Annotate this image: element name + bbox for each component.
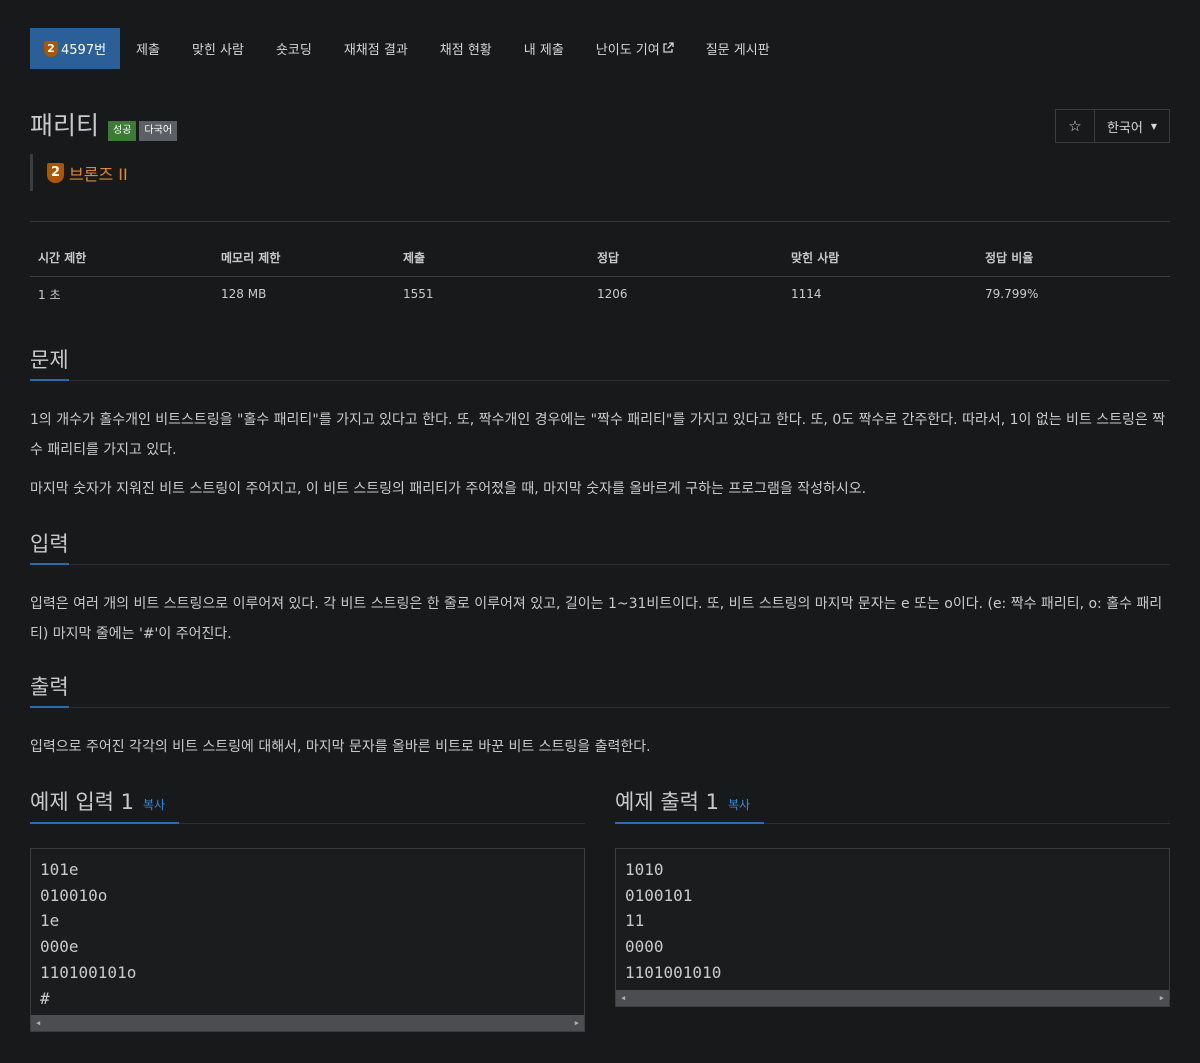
multilang-badge: 다국어 — [139, 121, 178, 141]
time-limit-value: 1 초 — [38, 287, 61, 302]
sample-output-box[interactable]: 1010 0100101 11 0000 1101001010 ◀ ▶ — [615, 848, 1170, 1007]
title-tools: ☆ 한국어 ▼ — [1055, 109, 1170, 143]
star-icon: ☆ — [1068, 117, 1082, 135]
sample-input-panel: 예제 입력 1 복사 101e 010010o 1e 000e 11010010… — [30, 784, 585, 1033]
sample-input-heading: 예제 입력 1 복사 — [30, 784, 585, 824]
nav-problem-number[interactable]: 2 4597번 — [30, 28, 121, 69]
sample-output-panel: 예제 출력 1 복사 1010 0100101 11 0000 11010010… — [615, 784, 1170, 1007]
bronze-tier-icon: 2 — [47, 162, 64, 183]
tier-name[interactable]: 브론즈 II — [69, 161, 128, 185]
copy-output-button[interactable]: 복사 — [728, 796, 750, 813]
external-link-icon — [662, 41, 674, 56]
accepted-value: 1206 — [597, 287, 628, 302]
sample-input-box[interactable]: 101e 010010o 1e 000e 110100101o # ◀ ▶ — [30, 848, 585, 1033]
solved-users-value: 1114 — [791, 287, 822, 302]
header-submissions: 제출 — [395, 240, 589, 277]
bronze-tier-icon: 2 — [44, 40, 58, 57]
header-solved-users: 맞힌 사람 — [783, 240, 977, 277]
output-paragraph: 입력으로 주어진 각각의 비트 스트링에 대해서, 마지막 문자를 올바른 비트… — [30, 739, 651, 755]
language-dropdown[interactable]: 한국어 ▼ — [1095, 110, 1169, 142]
description-paragraph: 마지막 숫자가 지워진 비트 스트링이 주어지고, 이 비트 스트링의 패리티가… — [30, 481, 867, 497]
section-title: 문제 — [30, 345, 69, 381]
sample-input-title: 예제 입력 1 — [30, 790, 134, 814]
output-heading: 출력 — [30, 672, 1170, 708]
difficulty-contribution-label: 난이도 기여 — [595, 43, 660, 58]
sample-output-text: 1010 0100101 11 0000 1101001010 — [625, 860, 722, 982]
table-header-row: 시간 제한 메모리 제한 제출 정답 맞힌 사람 정답 비율 — [30, 240, 1170, 277]
nav-question-board[interactable]: 질문 게시판 — [690, 28, 786, 69]
divider — [30, 221, 1170, 222]
memory-limit-value: 128 MB — [221, 287, 267, 302]
scroll-left-icon[interactable]: ◀ — [621, 990, 625, 1006]
problem-menu: 2 4597번 제출 맞힌 사람 숏코딩 재채점 결과 채점 현황 내 제출 난… — [30, 28, 786, 69]
scroll-right-icon[interactable]: ▶ — [1160, 990, 1164, 1006]
nav-status[interactable]: 채점 현황 — [424, 28, 508, 69]
header-time-limit: 시간 제한 — [30, 240, 213, 277]
section-title: 출력 — [30, 672, 69, 708]
sample-input-text: 101e 010010o 1e 000e 110100101o # — [40, 860, 137, 1008]
nav-rejudge-results[interactable]: 재채점 결과 — [328, 28, 424, 69]
horizontal-scrollbar[interactable]: ◀ ▶ — [616, 989, 1169, 1006]
horizontal-scrollbar[interactable]: ◀ ▶ — [31, 1015, 584, 1032]
nav-short-coding[interactable]: 숏코딩 — [260, 28, 328, 69]
problem-title: 패리티 — [30, 111, 100, 140]
header-accept-ratio: 정답 비율 — [977, 240, 1170, 277]
header-accepted: 정답 — [589, 240, 783, 277]
caret-down-icon: ▼ — [1150, 121, 1158, 131]
problem-input: 입력은 여러 개의 비트 스트링으로 이루어져 있다. 각 비트 스트링은 한 … — [30, 589, 1170, 658]
sample-output-title: 예제 출력 1 — [615, 790, 719, 814]
sample-output-heading: 예제 출력 1 복사 — [615, 784, 1170, 824]
description-heading: 문제 — [30, 345, 1170, 381]
input-heading: 입력 — [30, 529, 1170, 565]
success-badge: 성공 — [108, 121, 137, 141]
problem-info-table: 시간 제한 메모리 제한 제출 정답 맞힌 사람 정답 비율 1 초 128 M… — [30, 240, 1170, 312]
problem-output: 입력으로 주어진 각각의 비트 스트링에 대해서, 마지막 문자를 올바른 비트… — [30, 732, 1170, 771]
favorite-button[interactable]: ☆ — [1056, 110, 1095, 142]
input-paragraph: 입력은 여러 개의 비트 스트링으로 이루어져 있다. 각 비트 스트링은 한 … — [30, 596, 1163, 642]
problem-tier: 2 브론즈 II — [30, 154, 128, 191]
submissions-value: 1551 — [403, 287, 434, 302]
problem-number-label: 4597번 — [61, 43, 107, 58]
accept-ratio-value: 79.799% — [985, 287, 1039, 302]
section-title: 입력 — [30, 529, 69, 565]
copy-input-button[interactable]: 복사 — [143, 796, 165, 813]
table-row: 1 초 128 MB 1551 1206 1114 79.799% — [30, 276, 1170, 312]
description-paragraph: 1의 개수가 홀수개인 비트스트링을 "홀수 패리티"를 가지고 있다고 한다.… — [30, 412, 1166, 458]
problem-description: 1의 개수가 홀수개인 비트스트링을 "홀수 패리티"를 가지고 있다고 한다.… — [30, 405, 1170, 513]
problem-title-row: 패리티 성공 다국어 — [30, 110, 178, 142]
scroll-left-icon[interactable]: ◀ — [36, 1015, 40, 1031]
nav-solved-users[interactable]: 맞힌 사람 — [176, 28, 260, 69]
nav-submit[interactable]: 제출 — [120, 28, 176, 69]
nav-my-submissions[interactable]: 내 제출 — [508, 28, 580, 69]
header-memory-limit: 메모리 제한 — [213, 240, 395, 277]
language-label: 한국어 — [1106, 120, 1143, 136]
scroll-right-icon[interactable]: ▶ — [575, 1015, 579, 1031]
nav-difficulty-contribution[interactable]: 난이도 기여 — [580, 28, 690, 69]
